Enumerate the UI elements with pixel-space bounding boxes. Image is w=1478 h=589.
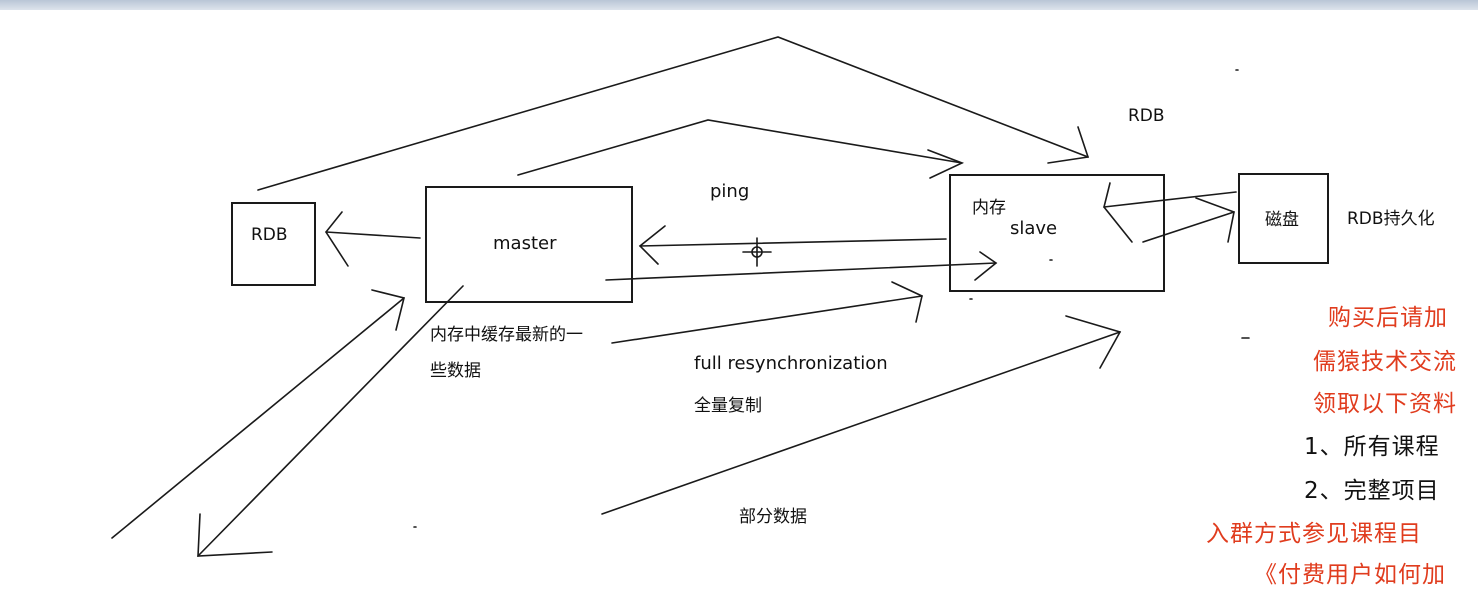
master-box: master [425,186,633,303]
promo-line-7: 《付费用户如何加 [1254,562,1446,588]
promo-line-3: 领取以下资料 [1313,391,1457,417]
disk-label: 磁盘 [1265,210,1299,230]
arrow-master-to-slave [605,262,997,281]
disk-box: 磁盘 [1238,173,1329,264]
arrow-left-diagonal-1 [111,297,405,539]
promo-line-1: 购买后请加 [1328,305,1448,331]
rdb-persist-label: RDB持久化 [1347,209,1435,229]
arrow-slave-to-master [639,238,947,247]
slave-label: slave [1010,218,1058,239]
slave-box: 内存 slave [949,174,1165,292]
arrow-master-to-rdb [325,231,421,239]
promo-line-4: 1、所有课程 [1304,434,1440,460]
full-copy-label: 全量复制 [694,396,762,416]
rdb-left-box: RDB [231,202,316,286]
master-note-line2: 些数据 [430,361,481,381]
ping-label: ping [710,181,750,202]
promo-line-6: 入群方式参见课程目 [1206,521,1422,547]
rdb-left-label: RDB [251,225,288,245]
arc-inner [517,119,963,176]
slave-memory-label: 内存 [972,198,1006,218]
diagram-arrows [111,36,1250,557]
master-note-line1: 内存中缓存最新的一 [430,325,583,345]
partial-data-label: 部分数据 [739,507,807,527]
arc-outer-arrowhead [1047,126,1090,164]
promo-line-5: 2、完整项目 [1304,478,1440,504]
arrow-left-diagonal-2 [197,285,464,557]
arc-outer [257,36,1089,191]
rdb-top-label: RDB [1128,106,1165,126]
full-resync-label: full resynchronization [694,353,888,374]
master-label: master [493,233,557,254]
arrow-full-resync [611,295,923,344]
promo-line-2: 儒猿技术交流 [1313,349,1457,375]
